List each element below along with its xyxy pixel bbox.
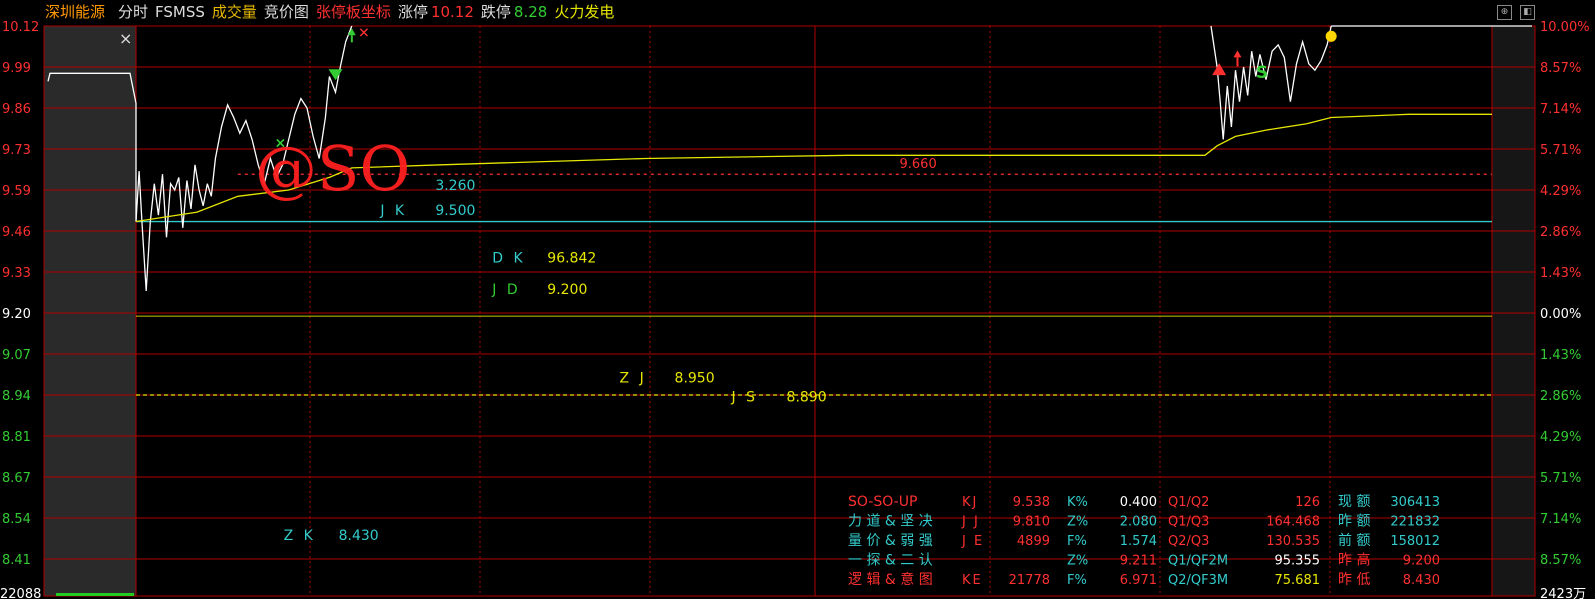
- y-tick-left: 9.07: [2, 348, 31, 363]
- y-tick-right: 8.57%: [1540, 61, 1581, 76]
- premarket-volume-bar: [56, 593, 134, 596]
- y-tick-left: 9.86: [2, 102, 31, 117]
- table-key1: J E: [961, 534, 984, 549]
- annotation-dk-name: D K: [492, 251, 525, 267]
- table-key4: 前 额: [1338, 532, 1370, 549]
- annotation-zj-value: 8.950: [675, 370, 715, 386]
- table-val2: 9.211: [1120, 554, 1157, 569]
- close-icon: ×: [119, 29, 132, 48]
- annotation-ref: 9.660: [900, 157, 937, 172]
- annotation-zk-value: 8.430: [339, 528, 379, 544]
- table-key3: Q2/Q3: [1168, 534, 1209, 549]
- sell-signal-icon: S: [1256, 63, 1268, 83]
- annotation-jk-top: 3.260: [435, 178, 475, 194]
- y-tick-right: 7.14%: [1540, 102, 1581, 117]
- chart-frame: [43, 25, 1536, 597]
- table-key2: F%: [1067, 573, 1087, 588]
- y-tick-left: 10.12: [2, 20, 39, 35]
- premarket-panel: [44, 26, 136, 596]
- table-val3: 75.681: [1275, 573, 1321, 588]
- volume-readout-left: 22088: [0, 587, 41, 599]
- y-tick-right: 5.71%: [1540, 143, 1581, 158]
- table-val2: 2.080: [1120, 515, 1157, 530]
- annotation-zj-name: Z J: [620, 370, 647, 386]
- y-tick-right: 10.00%: [1540, 20, 1590, 35]
- up-triangle-icon: [1212, 63, 1227, 76]
- table-key4: 昨 高: [1338, 552, 1370, 569]
- y-tick-right: 2.86%: [1540, 225, 1581, 240]
- table-val3: 130.535: [1266, 534, 1320, 549]
- sell-x-icon: ✕: [358, 25, 370, 41]
- y-tick-left: 8.54: [2, 512, 31, 527]
- table-val2: 1.574: [1120, 534, 1157, 549]
- table-val4: 158012: [1390, 534, 1440, 549]
- table-key1: KE: [962, 573, 983, 588]
- y-tick-left: 9.73: [2, 143, 31, 158]
- annotation-jk-value: 9.500: [435, 203, 475, 219]
- table-key3: Q2/QF3M: [1168, 573, 1228, 588]
- y-tick-right: 0.00%: [1540, 307, 1581, 322]
- table-key4: 昨 额: [1338, 514, 1370, 530]
- y-tick-left: 8.81: [2, 430, 31, 445]
- table-key4: 现 额: [1338, 494, 1370, 510]
- table-val4: 306413: [1390, 495, 1440, 510]
- y-tick-left: 9.46: [2, 225, 31, 240]
- annotation-js-value: 8.890: [787, 389, 827, 405]
- y-tick-left: 8.67: [2, 471, 31, 486]
- table-key2: F%: [1067, 534, 1087, 549]
- y-tick-left: 9.59: [2, 184, 31, 199]
- table-val4: 9.200: [1403, 554, 1440, 569]
- y-tick-left: 8.94: [2, 389, 31, 404]
- y-tick-left: 9.20: [2, 307, 31, 322]
- y-tick-left: 8.41: [2, 553, 31, 568]
- limit-dot-icon: [1325, 30, 1337, 42]
- annotation-js-name: J S: [731, 389, 758, 405]
- table-val3: 164.468: [1266, 515, 1320, 530]
- marker-x-icon: ×: [275, 136, 287, 152]
- table-val4: 221832: [1390, 515, 1440, 530]
- table-key2: Z%: [1067, 515, 1088, 530]
- y-tick-right: 4.29%: [1540, 430, 1581, 445]
- y-tick-left: 9.33: [2, 266, 31, 281]
- table-row-name: 一 探 & 二 认: [848, 553, 933, 569]
- table-row-name: SO-SO-UP: [848, 494, 917, 510]
- table-val1: 9.538: [1013, 495, 1050, 510]
- table-key2: Z%: [1067, 554, 1088, 569]
- table-val3: 95.355: [1275, 554, 1321, 569]
- table-row-name: 逻 辑 & 意 图: [848, 571, 933, 588]
- table-row-name: 量 价 & 弱 强: [848, 533, 933, 549]
- volume-readout-right: 2423万: [1540, 587, 1586, 599]
- y-tick-right: 8.57%: [1540, 553, 1581, 568]
- table-val2: 0.400: [1120, 495, 1157, 510]
- table-key4: 昨 低: [1338, 572, 1370, 588]
- table-val3: 126: [1295, 495, 1320, 510]
- table-val2: 6.971: [1120, 573, 1157, 588]
- intraday-chart: 10.12 10.00% 9.99 8.57% 9.86 7.14% 9.73 5.71% 9.…: [0, 20, 1590, 599]
- y-tick-right: 2.86%: [1540, 389, 1581, 404]
- table-val1: 4899: [1017, 534, 1050, 549]
- annotation-jd-value: 9.200: [547, 282, 587, 298]
- annotation-jd-name: J D: [491, 282, 520, 298]
- postmarket-panel: [1492, 26, 1535, 596]
- table-val1: 9.810: [1013, 515, 1050, 530]
- y-tick-right: 1.43%: [1540, 348, 1581, 363]
- y-tick-right: 7.14%: [1540, 512, 1581, 527]
- table-key2: K%: [1067, 495, 1088, 510]
- annotation-jk-name: J K: [379, 203, 407, 219]
- y-tick-right: 5.71%: [1540, 471, 1581, 486]
- table-key3: Q1/Q3: [1168, 515, 1209, 530]
- table-val1: 21778: [1009, 573, 1050, 588]
- table-key3: Q1/Q2: [1168, 495, 1209, 510]
- table-val4: 8.430: [1403, 573, 1440, 588]
- table-key3: Q1/QF2M: [1168, 554, 1228, 569]
- y-tick-right: 1.43%: [1540, 266, 1581, 281]
- y-tick-right: 4.29%: [1540, 184, 1581, 199]
- annotation-zk-name: Z K: [284, 528, 316, 544]
- buy-arrow-icon: [1233, 50, 1242, 58]
- table-key1: J J: [961, 515, 980, 530]
- table-row-name: 力 道 & 坚 决: [848, 514, 933, 530]
- y-tick-left: 9.99: [2, 61, 31, 76]
- annotation-dk-value: 96.842: [547, 251, 596, 267]
- table-key1: KJ: [962, 495, 978, 510]
